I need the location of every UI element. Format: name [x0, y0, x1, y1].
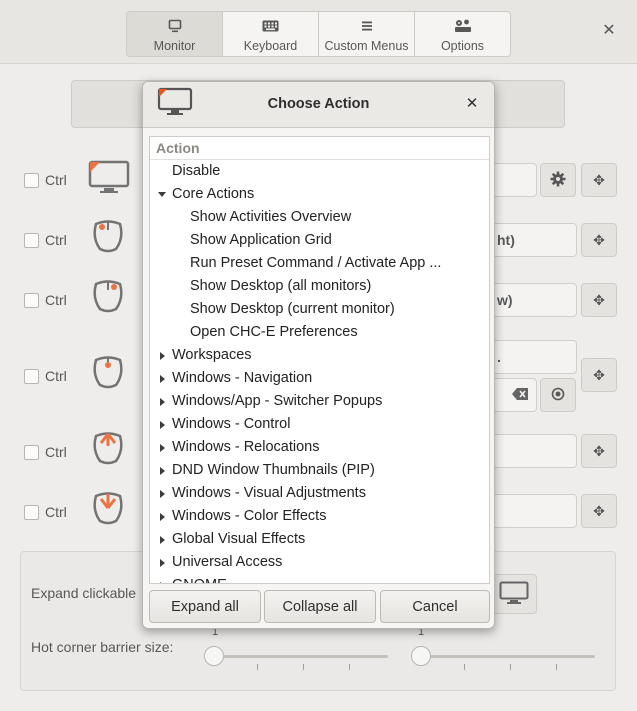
- tree-row[interactable]: Disable: [150, 160, 489, 183]
- expander-collapsed-icon[interactable]: [157, 413, 167, 436]
- tree-row[interactable]: Show Desktop (current monitor): [150, 298, 489, 321]
- tree-row-label: Windows - Control: [172, 416, 291, 432]
- tree-row[interactable]: Windows - Relocations: [150, 436, 489, 459]
- expander-collapsed-icon[interactable]: [157, 390, 167, 413]
- tree-row[interactable]: Windows - Color Effects: [150, 505, 489, 528]
- tree-row-label: Show Desktop (current monitor): [190, 301, 395, 317]
- expander-collapsed-icon[interactable]: [157, 574, 167, 583]
- tree-row-label: Core Actions: [172, 186, 255, 202]
- expand-all-button[interactable]: Expand all: [149, 590, 261, 623]
- dialog-close-icon[interactable]: ✕: [463, 95, 481, 113]
- choose-action-dialog: Choose Action ✕ Action Disable Core Actio…: [142, 81, 495, 629]
- tree-row[interactable]: Windows/App - Switcher Popups: [150, 390, 489, 413]
- tree-row[interactable]: Global Visual Effects: [150, 528, 489, 551]
- tree-row-label: Workspaces: [172, 347, 252, 363]
- tree-row-label: Open CHC-E Preferences: [190, 324, 358, 340]
- tree-row-label: Windows/App - Switcher Popups: [172, 393, 383, 409]
- tree-row-label: Windows - Color Effects: [172, 508, 327, 524]
- tree-row[interactable]: Workspaces: [150, 344, 489, 367]
- tree-row-label: Universal Access: [172, 554, 283, 570]
- tree-row[interactable]: DND Window Thumbnails (PIP): [150, 459, 489, 482]
- expander-collapsed-icon[interactable]: [157, 482, 167, 505]
- tree-row-label: Show Desktop (all monitors): [190, 278, 372, 294]
- cancel-button[interactable]: Cancel: [380, 590, 490, 623]
- tree-row-label: DND Window Thumbnails (PIP): [172, 462, 375, 478]
- tree-column-header[interactable]: Action: [150, 137, 489, 160]
- tree-row-label: Run Preset Command / Activate App ...: [190, 255, 442, 271]
- tree-row-label: Windows - Navigation: [172, 370, 313, 386]
- tree-row[interactable]: GNOME: [150, 574, 489, 583]
- tree-row[interactable]: Windows - Navigation: [150, 367, 489, 390]
- tree-row-label: GNOME: [172, 574, 227, 583]
- expander-collapsed-icon[interactable]: [157, 436, 167, 459]
- tree-row-label: Windows - Visual Adjustments: [172, 485, 366, 501]
- expander-collapsed-icon[interactable]: [157, 505, 167, 528]
- tree-row-label: Disable: [172, 163, 221, 179]
- expander-expanded-icon[interactable]: [157, 183, 167, 206]
- tree-row-label: Show Application Grid: [190, 232, 332, 248]
- expander-collapsed-icon[interactable]: [157, 528, 167, 551]
- expander-collapsed-icon[interactable]: [157, 344, 167, 367]
- tree-row[interactable]: Show Activities Overview: [150, 206, 489, 229]
- expander-collapsed-icon[interactable]: [157, 367, 167, 390]
- collapse-all-button[interactable]: Collapse all: [264, 590, 376, 623]
- tree-row[interactable]: Open CHC-E Preferences: [150, 321, 489, 344]
- tree-row[interactable]: Run Preset Command / Activate App ...: [150, 252, 489, 275]
- tree-row[interactable]: Show Application Grid: [150, 229, 489, 252]
- tree-row-label: Show Activities Overview: [190, 209, 352, 225]
- dialog-title: Choose Action: [267, 96, 370, 112]
- dialog-button-bar: Expand all Collapse all Cancel: [149, 590, 490, 624]
- tree-row[interactable]: Windows - Control: [150, 413, 489, 436]
- action-tree[interactable]: Action Disable Core Actions Show Activitie…: [149, 136, 490, 584]
- tree-row-label: Global Visual Effects: [172, 531, 306, 547]
- dialog-header: Choose Action ✕: [143, 82, 494, 128]
- preferences-window: Monitor Keyboard Custom Menus Options ✕ …: [0, 0, 637, 711]
- expander-collapsed-icon[interactable]: [157, 551, 167, 574]
- tree-row[interactable]: Windows - Visual Adjustments: [150, 482, 489, 505]
- tree-row[interactable]: Core Actions: [150, 183, 489, 206]
- tree-row[interactable]: Universal Access: [150, 551, 489, 574]
- tree-row[interactable]: Show Desktop (all monitors): [150, 275, 489, 298]
- expander-collapsed-icon[interactable]: [157, 459, 167, 482]
- tree-row-label: Windows - Relocations: [172, 439, 320, 455]
